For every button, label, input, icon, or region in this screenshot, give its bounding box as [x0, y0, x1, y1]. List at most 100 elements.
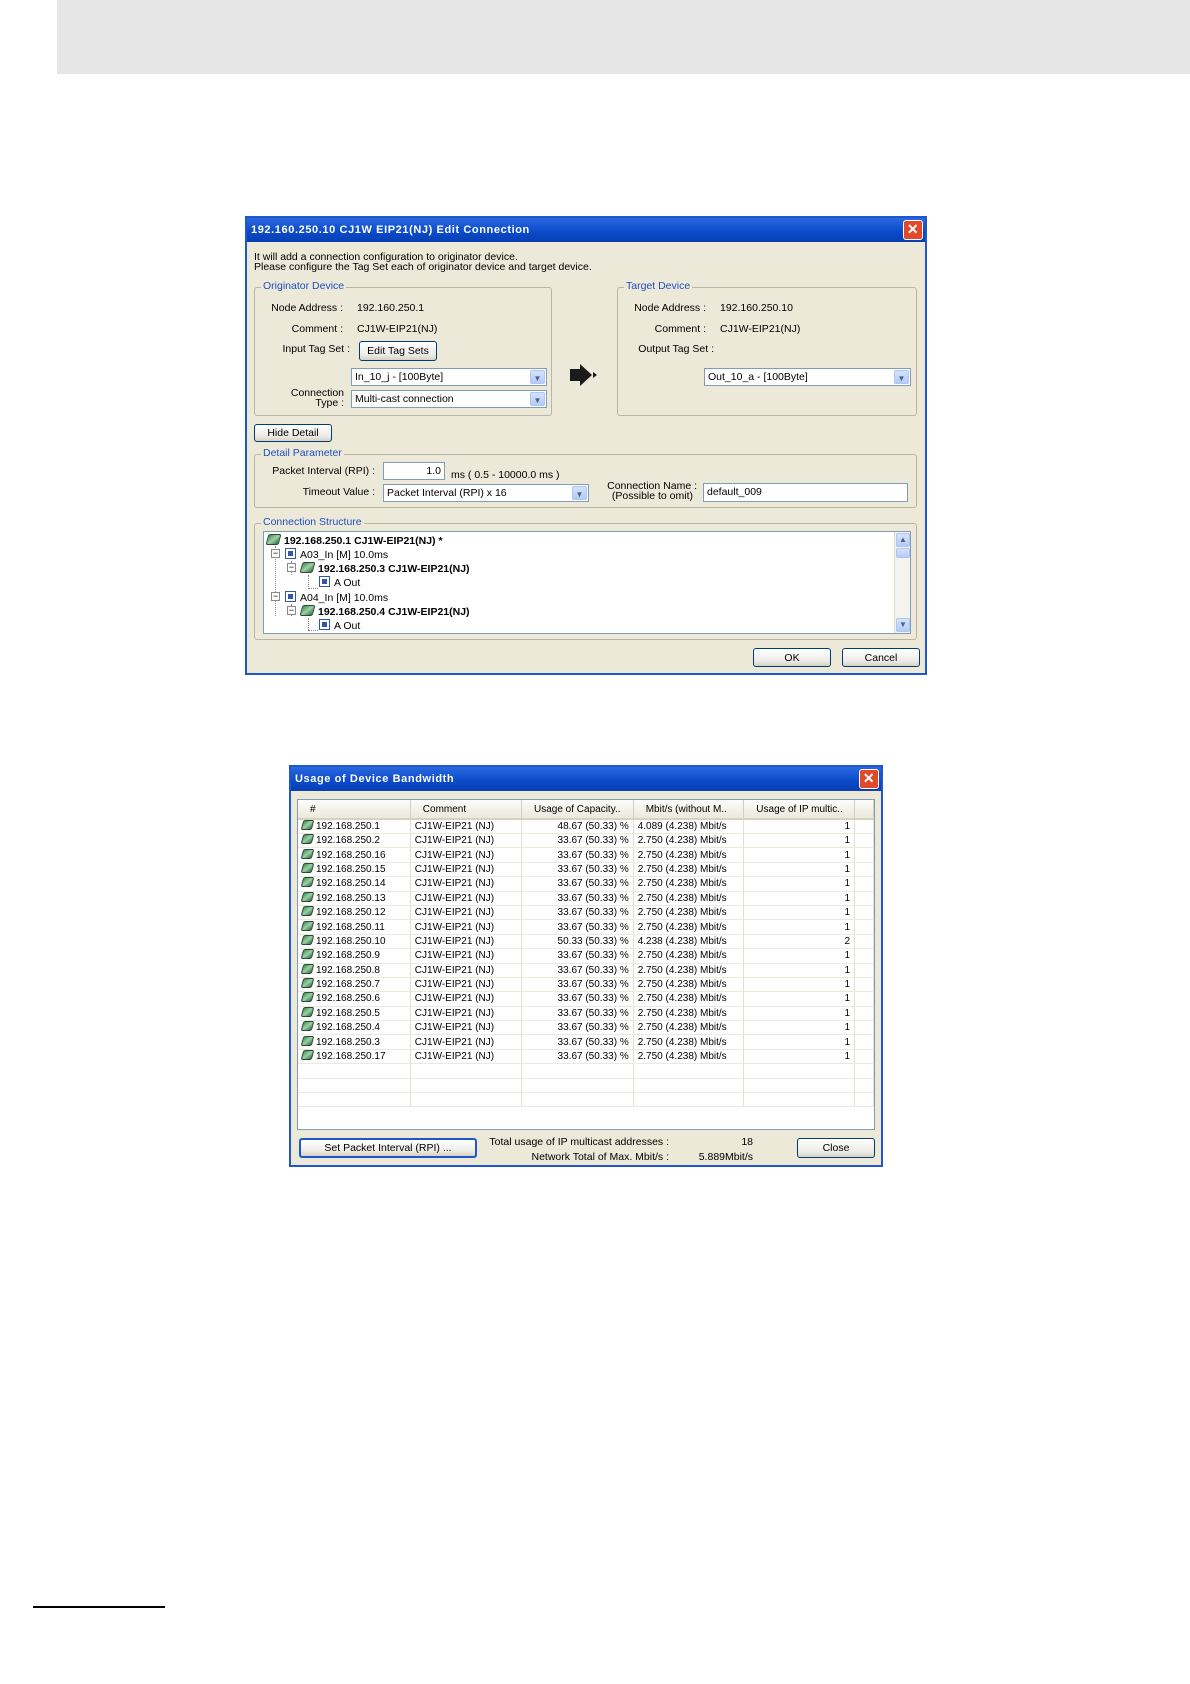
edit-connection-dialog: 192.160.250.10 CJ1W EIP21(NJ) Edit Conne…: [245, 216, 927, 675]
column-header[interactable]: #: [298, 800, 411, 820]
tag-icon: [319, 619, 330, 630]
table-row[interactable]: 192.168.250.12 CJ1W-EIP21 (NJ) 33.67 (50.3…: [298, 905, 874, 921]
device-icon: [300, 949, 315, 960]
column-header[interactable]: Comment: [410, 800, 523, 820]
table-row[interactable]: 192.168.250.11 CJ1W-EIP21 (NJ) 33.67 (50.3…: [298, 919, 874, 935]
column-header[interactable]: Usage of Capacity..: [521, 800, 634, 820]
set-packet-interval-button[interactable]: Set Packet Interval (RPI) ...: [299, 1138, 477, 1158]
edit-tag-sets-button[interactable]: Edit Tag Sets: [359, 341, 437, 361]
tag-icon: [319, 576, 330, 587]
originator-comment-label: Comment :: [291, 323, 343, 335]
tree-node-tag[interactable]: A04_In [M] 10.0ms: [285, 591, 388, 605]
dialog-title: 192.160.250.10 CJ1W EIP21(NJ) Edit Conne…: [251, 224, 530, 236]
connection-structure-group: Connection Structure 192.168.250.1 CJ1W-…: [254, 516, 917, 640]
chevron-down-icon[interactable]: ▼: [530, 392, 545, 406]
scroll-thumb[interactable]: [896, 548, 910, 558]
bandwidth-title-bar[interactable]: Usage of Device Bandwidth ✕: [291, 767, 881, 791]
table-row[interactable]: 192.168.250.2 CJ1W-EIP21 (NJ) 33.67 (50.33…: [298, 833, 874, 849]
column-header[interactable]: Usage of IP multic..: [743, 800, 856, 820]
device-icon: [300, 820, 315, 830]
tree-node-output[interactable]: A Out: [319, 576, 360, 590]
table-row[interactable]: 192.168.250.3 CJ1W-EIP21 (NJ) 33.67 (50.33…: [298, 1034, 874, 1050]
cancel-button[interactable]: Cancel: [842, 648, 920, 667]
tree-guide: [308, 618, 309, 630]
chevron-down-icon[interactable]: ▼: [530, 370, 545, 384]
output-tag-set-select[interactable]: Out_10_a - [100Byte] ▼: [704, 368, 911, 386]
empty-row: [298, 1063, 874, 1079]
connection-structure-tree[interactable]: 192.168.250.1 CJ1W-EIP21(NJ) * − A03_In …: [263, 531, 911, 634]
device-icon: [299, 562, 316, 573]
connection-name-input[interactable]: default_009: [703, 483, 908, 502]
device-icon: [300, 978, 315, 989]
empty-row: [298, 1092, 874, 1108]
tree-node-output[interactable]: A Out: [319, 619, 360, 633]
total-multicast-label: Total usage of IP multicast addresses :: [489, 1136, 669, 1148]
close-icon[interactable]: ✕: [903, 220, 923, 240]
device-icon: [300, 891, 315, 902]
chevron-down-icon[interactable]: ▼: [894, 370, 909, 384]
device-icon: [300, 1050, 315, 1061]
input-tag-set-value: In_10_j - [100Byte]: [355, 371, 444, 383]
bandwidth-table[interactable]: # Comment Usage of Capacity.. Mbit/s (wi…: [297, 799, 875, 1130]
tree-guide: [308, 575, 309, 589]
tree-node-originator[interactable]: 192.168.250.1 CJ1W-EIP21(NJ) *: [265, 534, 443, 548]
collapse-icon[interactable]: −: [287, 606, 296, 615]
connection-type-select[interactable]: Multi-cast connection ▼: [351, 390, 547, 408]
table-row[interactable]: 192.168.250.6 CJ1W-EIP21 (NJ) 33.67 (50.33…: [298, 991, 874, 1007]
tree-node-target[interactable]: 192.168.250.3 CJ1W-EIP21(NJ): [299, 562, 470, 576]
originator-comment: CJ1W-EIP21(NJ): [357, 323, 438, 335]
input-tag-set-select[interactable]: In_10_j - [100Byte] ▼: [351, 368, 547, 386]
collapse-icon[interactable]: −: [271, 549, 280, 558]
connection-name-hint: (Possible to omit): [611, 490, 693, 502]
originator-node-address: 192.160.250.1: [357, 302, 425, 314]
tree-node-tag[interactable]: A03_In [M] 10.0ms: [285, 548, 388, 562]
collapse-icon[interactable]: −: [271, 592, 280, 601]
close-button[interactable]: Close: [797, 1138, 875, 1158]
device-icon: [265, 534, 282, 545]
tree-scrollbar[interactable]: ▲ ▼: [894, 532, 910, 633]
table-row[interactable]: 192.168.250.4 CJ1W-EIP21 (NJ) 33.67 (50.33…: [298, 1020, 874, 1036]
tag-icon: [285, 548, 296, 559]
device-icon: [300, 848, 315, 859]
timeout-value: Packet Interval (RPI) x 16: [387, 487, 507, 499]
timeout-select[interactable]: Packet Interval (RPI) x 16 ▼: [383, 484, 589, 502]
tree-node-target[interactable]: 192.168.250.4 CJ1W-EIP21(NJ): [299, 605, 470, 619]
device-icon: [300, 877, 315, 888]
device-icon: [300, 906, 315, 917]
table-row[interactable]: 192.168.250.16 CJ1W-EIP21 (NJ) 33.67 (50.3…: [298, 847, 874, 863]
table-row[interactable]: 192.168.250.15 CJ1W-EIP21 (NJ) 33.67 (50.3…: [298, 862, 874, 878]
close-icon[interactable]: ✕: [859, 769, 879, 789]
hide-detail-button[interactable]: Hide Detail: [254, 424, 332, 442]
column-header[interactable]: Mbit/s (without M..: [633, 800, 745, 820]
table-row[interactable]: 192.168.250.1 CJ1W-EIP21 (NJ) 48.67 (50.33…: [298, 819, 874, 834]
total-multicast-value: 18: [741, 1136, 753, 1148]
target-comment: CJ1W-EIP21(NJ): [720, 323, 801, 335]
input-tag-set-label: Input Tag Set :: [282, 343, 350, 355]
table-row[interactable]: 192.168.250.5 CJ1W-EIP21 (NJ) 33.67 (50.33…: [298, 1006, 874, 1022]
table-row[interactable]: 192.168.250.17 CJ1W-EIP21 (NJ) 33.67 (50.3…: [298, 1049, 874, 1065]
scroll-down-icon[interactable]: ▼: [896, 618, 910, 632]
packet-interval-input[interactable]: 1.0: [383, 462, 445, 480]
table-row[interactable]: 192.168.250.7 CJ1W-EIP21 (NJ) 33.67 (50.33…: [298, 977, 874, 993]
device-icon: [300, 1035, 315, 1046]
tree-guide: [308, 630, 318, 631]
table-row[interactable]: 192.168.250.10 CJ1W-EIP21 (NJ) 50.33 (50.3…: [298, 934, 874, 950]
scroll-up-icon[interactable]: ▲: [896, 533, 910, 547]
detail-parameter-title: Detail Parameter: [261, 447, 344, 459]
table-row[interactable]: 192.168.250.8 CJ1W-EIP21 (NJ) 33.67 (50.33…: [298, 963, 874, 978]
bandwidth-title: Usage of Device Bandwidth: [295, 773, 455, 785]
page-header-band: [57, 0, 1190, 74]
output-tag-set-label: Output Tag Set :: [638, 343, 714, 355]
table-row[interactable]: 192.168.250.13 CJ1W-EIP21 (NJ) 33.67 (50.3…: [298, 891, 874, 906]
footer-rule: [33, 1606, 165, 1608]
table-row[interactable]: 192.168.250.14 CJ1W-EIP21 (NJ) 33.67 (50.3…: [298, 876, 874, 892]
device-icon: [300, 1006, 315, 1017]
ok-button[interactable]: OK: [753, 648, 831, 667]
connection-type-label-2: Type :: [315, 397, 344, 409]
target-device-title: Target Device: [624, 280, 693, 292]
table-row[interactable]: 192.168.250.9 CJ1W-EIP21 (NJ) 33.67 (50.33…: [298, 948, 874, 964]
packet-interval-range: ms ( 0.5 - 10000.0 ms ): [451, 469, 560, 481]
collapse-icon[interactable]: −: [287, 563, 296, 572]
dialog-title-bar[interactable]: 192.160.250.10 CJ1W EIP21(NJ) Edit Conne…: [247, 218, 925, 242]
device-icon: [300, 963, 315, 974]
